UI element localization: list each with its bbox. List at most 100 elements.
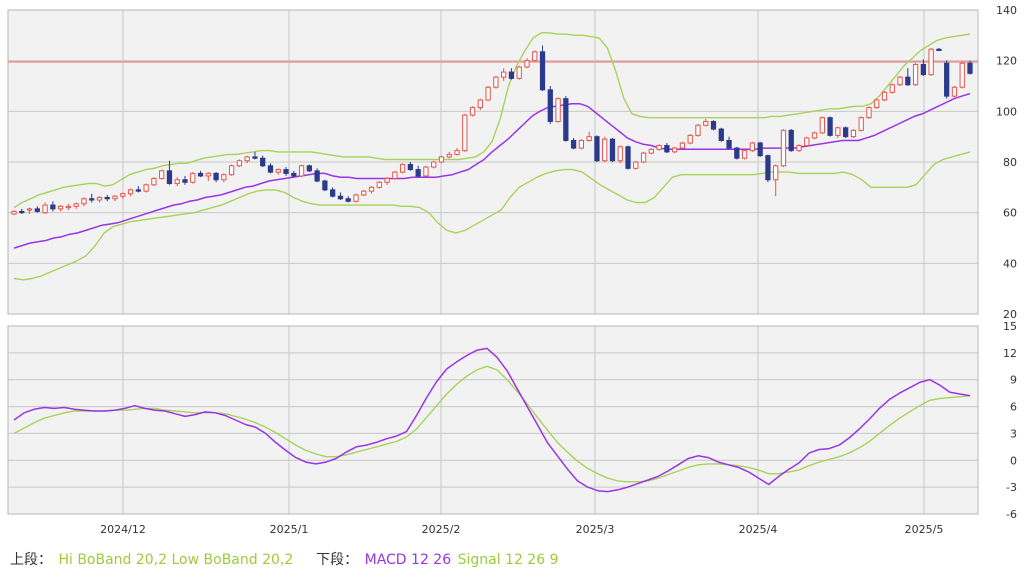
- candle-body: [547, 89, 553, 122]
- candle-body: [50, 204, 56, 210]
- candle-body: [912, 63, 919, 86]
- candle-body: [143, 184, 149, 192]
- candle-body: [967, 62, 973, 74]
- lower-y-tick-label: 15: [1003, 320, 1017, 333]
- candle-body: [687, 134, 693, 144]
- candle-body: [291, 172, 297, 177]
- candlestick: [889, 83, 895, 94]
- x-tick-label: 2025/5: [905, 523, 944, 536]
- candle-body: [672, 147, 678, 153]
- candle-body: [749, 142, 756, 152]
- x-tick-label: 2025/4: [739, 523, 778, 536]
- candlestick: [788, 129, 794, 152]
- candlestick: [749, 141, 756, 152]
- candlestick: [399, 163, 406, 174]
- candlestick: [757, 141, 763, 157]
- legend-upper-prefix: 上段：: [10, 552, 52, 568]
- candle-body: [858, 117, 864, 131]
- candlestick: [353, 193, 359, 203]
- candlestick: [539, 45, 546, 92]
- candlestick: [392, 170, 398, 180]
- candle-body: [415, 169, 421, 177]
- candlestick: [959, 61, 965, 89]
- candle-body: [703, 120, 709, 126]
- candle-body: [34, 208, 40, 212]
- candle-body: [322, 180, 328, 191]
- candle-body: [104, 196, 110, 200]
- x-axis-labels: 2024/12 2025/1 2025/2 2025/3 2025/4 2025/5: [100, 523, 943, 536]
- candle-body: [431, 161, 437, 168]
- candlestick: [819, 116, 825, 135]
- candle-body: [462, 114, 468, 152]
- candle-body: [314, 170, 320, 182]
- lower-y-tick-label: 0: [1010, 454, 1017, 467]
- upper-y-tick-label: 40: [1003, 257, 1017, 270]
- candlestick: [469, 106, 476, 117]
- candle-body: [874, 99, 880, 109]
- candle-body: [19, 210, 25, 214]
- candlestick: [928, 48, 934, 76]
- candlestick: [687, 134, 693, 145]
- candlestick: [741, 149, 748, 160]
- candlestick: [881, 91, 888, 102]
- candle-body: [174, 179, 180, 185]
- candlestick: [423, 165, 429, 178]
- candle-body: [283, 169, 289, 174]
- candle-body: [664, 145, 670, 153]
- candle-body: [563, 98, 569, 141]
- upper-y-tick-label: 120: [996, 55, 1017, 68]
- candlestick: [159, 169, 165, 180]
- candlestick: [516, 65, 522, 80]
- candlestick: [431, 160, 437, 169]
- candlestick: [897, 75, 903, 86]
- candle-body: [819, 117, 825, 134]
- candlestick: [951, 86, 958, 98]
- candle-body: [73, 203, 79, 207]
- candle-body: [532, 51, 538, 62]
- candlestick: [695, 124, 701, 137]
- candlestick: [190, 172, 196, 184]
- legend-lower-series-macd: MACD 12 26: [364, 552, 452, 568]
- candle-body: [454, 150, 460, 155]
- candlestick: [672, 146, 678, 154]
- upper-y-tick-label: 80: [1003, 156, 1017, 169]
- candle-body: [42, 204, 48, 214]
- legend-lower-series-signal: Signal 12 26 9: [457, 552, 559, 568]
- legend-lower-prefix: 下段：: [316, 552, 359, 568]
- candle-body: [866, 107, 872, 119]
- candle-body: [298, 165, 305, 177]
- candlestick: [843, 126, 849, 138]
- candle-body: [633, 161, 639, 169]
- candle-body: [485, 86, 491, 101]
- candlestick: [555, 97, 561, 123]
- candle-body: [392, 171, 398, 179]
- candle-body: [11, 210, 17, 215]
- candle-body: [710, 120, 717, 130]
- candle-body: [905, 76, 911, 86]
- candle-body: [353, 194, 359, 202]
- candle-body: [578, 139, 585, 149]
- candle-body: [609, 138, 616, 162]
- candlestick: [314, 168, 320, 183]
- candlestick: [765, 154, 771, 183]
- candle-body: [65, 205, 72, 209]
- candle-body: [127, 189, 134, 195]
- candlestick: [547, 86, 553, 124]
- candle-body: [236, 160, 243, 167]
- candle-body: [920, 63, 927, 76]
- candlestick: [710, 120, 717, 131]
- candle-body: [757, 142, 763, 157]
- candlestick: [827, 116, 833, 137]
- lower-y-tick-label: -6: [1006, 508, 1017, 521]
- candlestick: [858, 116, 864, 132]
- candlestick: [306, 164, 312, 173]
- candle-body: [438, 156, 445, 163]
- candle-body: [267, 165, 274, 173]
- candlestick: [633, 160, 639, 170]
- candle-body: [228, 165, 235, 176]
- candlestick: [648, 148, 654, 155]
- candle-body: [423, 166, 429, 177]
- candle-body: [881, 91, 888, 101]
- candle-body: [337, 195, 344, 200]
- candle-body: [469, 107, 476, 116]
